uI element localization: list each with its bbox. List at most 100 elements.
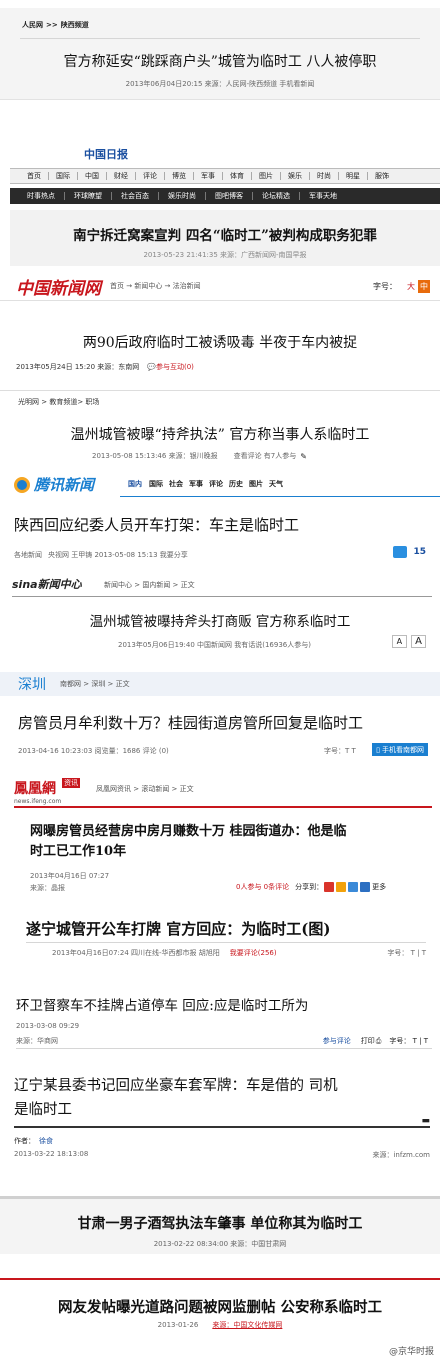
font-size-large-button[interactable]: 大 [407, 281, 415, 292]
car-icon: ▬ [421, 1116, 430, 1126]
nav-item[interactable]: 财经 [111, 171, 131, 181]
headline: 南宁拆迁窝案宣判 四名“临时工”被判构成职务犯罪 [73, 228, 377, 244]
headline: 官方称延安“跳踩商户头”城管为临时工 八人被停职 [63, 54, 377, 70]
article-meta: 2013年05月24日 15:20 来源：东南网 [16, 363, 140, 371]
more-share-label[interactable]: 更多 [372, 882, 386, 892]
article-source: 来源：华商网 [16, 1037, 58, 1045]
subnav-item[interactable]: 环球瞭望 [69, 191, 107, 201]
mobile-link-button[interactable]: ▯ 手机看南都网 [372, 743, 428, 756]
more-share-icon[interactable] [360, 882, 371, 892]
comment-icon [393, 546, 408, 558]
clip-china-daily: 中国日报 首页 国际 中国 财经 评论 博览 军事 体育 图片 娱乐 时尚 明星… [0, 140, 440, 266]
article-meta: 2013年04月16日07:24 四川在线-华西都市报 胡旭阳 [52, 949, 220, 957]
nav-item[interactable]: 国际 [53, 171, 73, 181]
breadcrumb[interactable]: 新闻中心 > 国内新闻 > 正文 [104, 580, 195, 590]
author-row: 作者： 徐食 [14, 1136, 53, 1146]
font-size-control[interactable]: 字号： T | T [389, 1036, 428, 1046]
weibo-share-icon[interactable] [324, 882, 335, 892]
ifeng-logo-url: news.ifeng.com [14, 798, 62, 805]
subnav-item[interactable]: 军事天地 [304, 191, 342, 201]
qzone-share-icon[interactable] [336, 882, 347, 892]
printer-icon[interactable]: ⎙ [376, 1037, 382, 1046]
comment-link[interactable]: 我要评论(256) [230, 948, 277, 958]
article-source: 来源：晶报 [30, 884, 65, 892]
article-meta: 2013-02-22 08:34:00 来源：中国甘肃网 [153, 1240, 287, 1248]
nav-item[interactable]: 中国 [82, 171, 102, 181]
clip-nandu: 深圳 南都网 > 深圳 > 正文 房管员月牟利数十万？桂园街道房管所回复是临时工… [0, 672, 440, 772]
comment-counter[interactable]: 15 [393, 546, 426, 558]
author-link[interactable]: 徐食 [39, 1136, 53, 1146]
headline: 房管员月牟利数十万？桂园街道房管所回复是临时工 [18, 714, 364, 732]
article-source[interactable]: 来源：中国文化传媒网 [212, 1320, 282, 1330]
font-size-buttons: A A [391, 635, 426, 648]
headline-line-1: 网曝房管员经营房中房月赚数十万 桂园街道办：他是临 [30, 824, 347, 839]
headline: 遂宁城管开公车打牌 官方回应：为临时工(图) [26, 920, 331, 938]
participation-count[interactable]: 0人参与 0条评论 [236, 882, 289, 892]
clip-huashang: 环卫督察车不挂牌占道停车 回应:应是临时工所为 2013-03-08 09:29… [0, 986, 440, 1056]
breadcrumb[interactable]: 南都网 > 深圳 > 正文 [60, 679, 130, 689]
nav-item[interactable]: 体育 [227, 171, 247, 181]
article-meta: 央视网 王甲铸 2013-05-08 15:13 我要分享 [48, 551, 188, 559]
nav-item[interactable]: 时尚 [314, 171, 334, 181]
font-smaller-button[interactable]: A [391, 635, 408, 648]
headline-line-1: 辽宁某县委书记回应坐豪车套军牌：车是借的 司机 [14, 1078, 338, 1094]
tencent-weibo-share-icon[interactable] [348, 882, 359, 892]
phone-icon: ▯ [376, 745, 380, 754]
china-daily-logo: 中国日报 [84, 148, 128, 161]
nav-item[interactable]: 博览 [169, 171, 189, 181]
clip-culture: 网友发帖曝光道路问题被网监删帖 公安称系临时工 2013-01-26 来源：中国… [0, 1278, 440, 1336]
subnav-item[interactable]: 时事热点 [22, 191, 60, 201]
share-label: 分享到： [295, 883, 324, 891]
breadcrumb-link-channel[interactable]: 陕西频道 [61, 20, 89, 30]
font-larger-button[interactable]: A [411, 635, 426, 648]
tencent-logo-text: 腾讯新闻 [34, 476, 95, 494]
print-link[interactable]: 打印 [361, 1036, 375, 1046]
nav-item[interactable]: 评论 [140, 171, 160, 181]
nav-item[interactable]: 明星 [343, 171, 363, 181]
article-meta-row: 2013年04月16日07:24 四川在线-华西都市报 胡旭阳 我要评论(256… [52, 948, 277, 958]
nav-item[interactable]: 军事 [189, 479, 203, 489]
headline-line-2: 是临时工 [14, 1102, 72, 1118]
interact-label: 参与互动(0) [155, 363, 194, 371]
article-date: 2013年04月16日 07:27 [30, 872, 110, 880]
subnav-item[interactable]: 社会百态 [116, 191, 154, 201]
nav-item[interactable]: 图片 [256, 171, 276, 181]
nav-item[interactable]: 服饰 [372, 171, 392, 181]
font-size-control: 字号： 大 中 [373, 280, 430, 293]
nav-item[interactable]: 图片 [249, 479, 263, 489]
clip-ifeng: 鳳凰網 资讯 news.ifeng.com 凤凰网资讯 > 滚动新闻 > 正文 … [0, 776, 440, 902]
nav-item-active[interactable]: 国内 [128, 479, 142, 489]
interact-link[interactable]: 💬参与互动(0) [147, 362, 194, 372]
nandu-header: 深圳 南都网 > 深圳 > 正文 [0, 672, 440, 696]
subnav-item[interactable]: 图吧博客 [210, 191, 248, 201]
subnav-item[interactable]: 论坛精选 [257, 191, 295, 201]
font-size-control[interactable]: 字号： T | T [387, 948, 426, 958]
headline-line-2: 时工已工作10年 [30, 844, 127, 859]
breadcrumb[interactable]: 凤凰网资讯 > 滚动新闻 > 正文 [96, 784, 194, 794]
article-meta-row: 2013-01-26 来源：中国文化传媒网 [0, 1320, 440, 1330]
nav-item[interactable]: 天气 [269, 479, 283, 489]
nav-item[interactable]: 军事 [198, 171, 218, 181]
share-bar: 0人参与 0条评论 分享到： 更多 [236, 882, 386, 892]
font-size-control[interactable]: 字号：T T [324, 746, 356, 756]
nav-item[interactable]: 国际 [149, 479, 163, 489]
breadcrumb[interactable]: 光明网 > 教育频道> 职场 [18, 397, 99, 407]
nav-item[interactable]: 首页 [24, 171, 44, 181]
comments-link[interactable]: 查看评论 有7人参与 [234, 451, 297, 461]
article-meta: 2013年06月04日20:15 来源：人民网-陕西频道 手机看新闻 [125, 80, 315, 88]
nav-item[interactable]: 评论 [209, 479, 223, 489]
tencent-logo-icon [14, 476, 30, 493]
nav-item[interactable]: 社会 [169, 479, 183, 489]
nav-item[interactable]: 历史 [229, 479, 243, 489]
article-tools: 参与评论 打印 ⎙ 字号： T | T [323, 1036, 428, 1046]
breadcrumb-link-home[interactable]: 人民网 [22, 20, 43, 30]
font-size-medium-button[interactable]: 中 [418, 280, 430, 293]
breadcrumb[interactable]: 首页 → 新闻中心 → 法治新闻 [110, 281, 201, 291]
comment-link[interactable]: 参与评论 [323, 1036, 351, 1046]
source-link[interactable]: 各地新闻 [14, 550, 42, 560]
nav-item[interactable]: 娱乐 [285, 171, 305, 181]
pen-icon[interactable]: ✎ [300, 452, 307, 461]
article-meta-row: 各地新闻 央视网 王甲铸 2013-05-08 15:13 我要分享 [14, 550, 188, 560]
watermark: @京华时报 [388, 1347, 434, 1357]
subnav-item[interactable]: 娱乐时尚 [163, 191, 201, 201]
